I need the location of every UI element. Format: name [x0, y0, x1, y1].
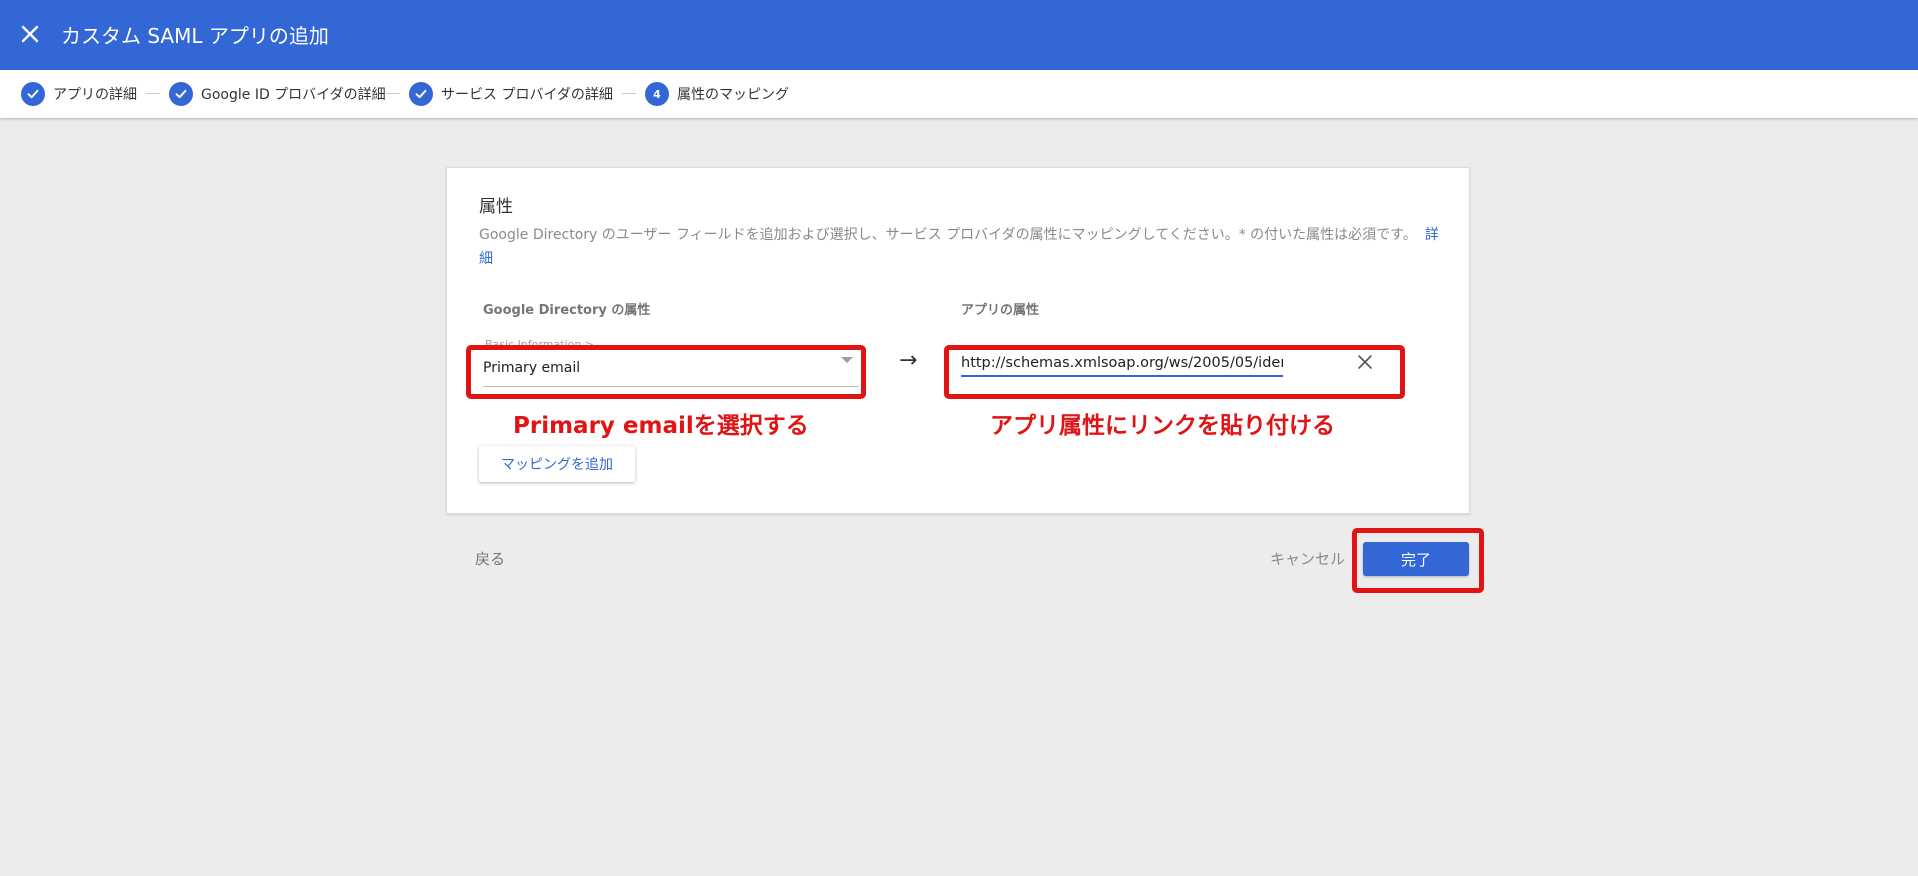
step-attribute-mapping: 4 属性のマッピング: [645, 82, 789, 106]
check-icon: [21, 82, 45, 106]
step-app-details: アプリの詳細: [21, 82, 137, 106]
app-attribute-header: アプリの属性: [961, 303, 1040, 318]
mapping-arrow-icon: →: [899, 348, 918, 373]
card-description: Google Directory のユーザー フィールドを追加および選択し、サー…: [479, 223, 1449, 271]
step-divider: [146, 93, 160, 94]
step-sp-details: サービス プロバイダの詳細: [409, 82, 613, 106]
step-divider: [386, 93, 400, 94]
check-icon: [169, 82, 193, 106]
step-divider: [622, 93, 636, 94]
check-icon: [409, 82, 433, 106]
cancel-button[interactable]: キャンセル: [1270, 548, 1345, 569]
description-text: Google Directory のユーザー フィールドを追加および選択し、サー…: [479, 227, 1417, 243]
progress-stepper: アプリの詳細 Google ID プロバイダの詳細 サービス プロバイダの詳細 …: [0, 70, 1918, 118]
highlight-box-input: [944, 345, 1405, 399]
directory-attribute-header: Google Directory の属性: [483, 303, 651, 318]
add-mapping-button[interactable]: マッピングを追加: [479, 446, 635, 482]
annotation-select-primary-email: Primary emailを選択する: [513, 413, 809, 439]
step-idp-details: Google ID プロバイダの詳細: [169, 82, 386, 106]
step-label: Google ID プロバイダの詳細: [201, 87, 386, 103]
step-label: アプリの詳細: [53, 87, 137, 103]
page-title: カスタム SAML アプリの追加: [61, 24, 329, 48]
close-icon[interactable]: [18, 22, 42, 46]
done-button[interactable]: 完了: [1363, 542, 1469, 576]
app-header: カスタム SAML アプリの追加: [0, 0, 1918, 70]
step-label: サービス プロバイダの詳細: [441, 87, 613, 103]
card-title: 属性: [479, 197, 513, 217]
step-number: 4: [645, 82, 669, 106]
attributes-card: 属性 Google Directory のユーザー フィールドを追加および選択し…: [446, 167, 1470, 514]
annotation-paste-link: アプリ属性にリンクを貼り付ける: [990, 413, 1335, 439]
step-label: 属性のマッピング: [677, 87, 789, 103]
back-button[interactable]: 戻る: [475, 548, 505, 569]
highlight-box-select: [466, 345, 866, 399]
